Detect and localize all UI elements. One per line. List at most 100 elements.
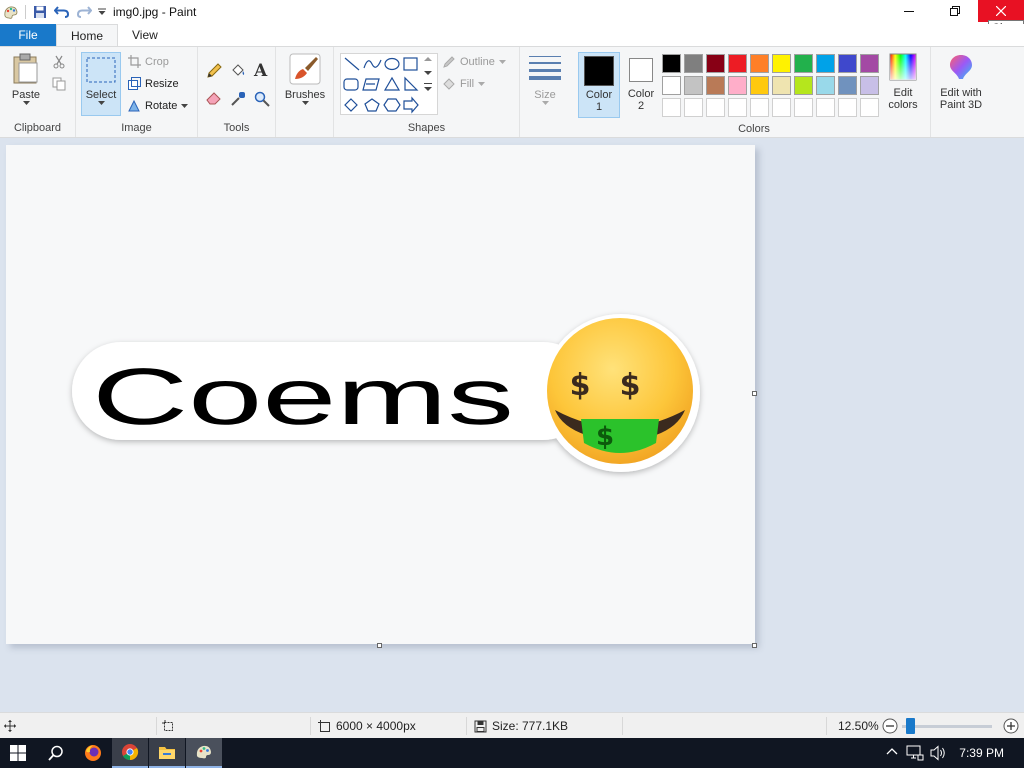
right-triangle-shape-icon[interactable] xyxy=(404,76,419,91)
paint-app-icon[interactable] xyxy=(0,0,22,24)
paste-button[interactable]: Paste xyxy=(6,53,46,113)
pencil-icon[interactable] xyxy=(206,63,222,82)
palette-swatch[interactable] xyxy=(816,98,835,117)
zoom-in-icon[interactable] xyxy=(1003,713,1019,739)
rotate-button[interactable]: Rotate xyxy=(128,99,189,112)
show-hidden-icons[interactable] xyxy=(886,746,898,761)
palette-swatch[interactable] xyxy=(706,54,725,73)
palette-swatch[interactable] xyxy=(728,54,747,73)
hexagon-shape-icon[interactable] xyxy=(383,98,401,112)
palette-swatch[interactable] xyxy=(684,76,703,95)
palette-swatch[interactable] xyxy=(662,98,681,117)
text-tool-icon[interactable]: A xyxy=(254,61,267,81)
zoom-slider[interactable] xyxy=(902,713,994,739)
tab-home[interactable]: Home xyxy=(56,24,119,46)
palette-swatch[interactable] xyxy=(662,76,681,95)
crop-button[interactable]: Crop xyxy=(128,55,169,68)
size-button[interactable]: Size xyxy=(524,53,566,119)
cut-icon[interactable] xyxy=(52,55,66,72)
chrome-taskbar-item[interactable] xyxy=(112,738,148,768)
fill-bucket-icon[interactable] xyxy=(230,63,246,82)
magnifier-icon[interactable] xyxy=(254,91,270,110)
palette-swatch[interactable] xyxy=(706,98,725,117)
save-icon[interactable] xyxy=(29,0,51,24)
search-button[interactable] xyxy=(38,738,74,768)
edit-colors-button[interactable]: Edit colors xyxy=(884,53,922,119)
triangle-shape-icon[interactable] xyxy=(383,76,401,91)
palette-swatch[interactable] xyxy=(794,54,813,73)
tab-file[interactable]: File xyxy=(0,24,56,46)
work-area[interactable]: $ $ $ Coems xyxy=(0,139,1024,712)
resize-handle-bottom[interactable] xyxy=(377,643,382,648)
palette-swatch[interactable] xyxy=(750,98,769,117)
palette-swatch[interactable] xyxy=(772,54,791,73)
zoom-slider-thumb[interactable] xyxy=(906,717,915,734)
palette-swatch[interactable] xyxy=(816,54,835,73)
scroll-up-icon[interactable] xyxy=(424,55,432,63)
color1-button[interactable]: Color 1 xyxy=(578,52,620,118)
color-picker-icon[interactable] xyxy=(230,91,246,110)
redo-icon[interactable] xyxy=(73,0,95,24)
palette-swatch[interactable] xyxy=(794,98,813,117)
edit-with-paint3d-button[interactable]: Edit with Paint 3D xyxy=(934,53,988,119)
palette-swatch[interactable] xyxy=(816,76,835,95)
file-explorer-taskbar-item[interactable] xyxy=(149,738,185,768)
close-icon[interactable] xyxy=(978,0,1024,22)
zoom-out-icon[interactable] xyxy=(882,713,898,739)
resize-handle-corner[interactable] xyxy=(752,643,757,648)
firefox-taskbar-item[interactable] xyxy=(75,738,111,768)
rounded-rectangle-shape-icon[interactable] xyxy=(343,78,359,91)
start-button[interactable] xyxy=(0,738,36,768)
minimize-icon[interactable] xyxy=(886,0,932,22)
palette-swatch[interactable] xyxy=(662,54,681,73)
tongue-dollar: $ xyxy=(596,422,614,452)
palette-swatch[interactable] xyxy=(772,76,791,95)
arrow-shape-icon[interactable] xyxy=(403,96,419,114)
palette-swatch[interactable] xyxy=(750,76,769,95)
palette-swatch[interactable] xyxy=(728,98,747,117)
restore-icon[interactable] xyxy=(932,0,978,22)
palette-swatch[interactable] xyxy=(860,54,879,73)
palette-swatch[interactable] xyxy=(794,76,813,95)
palette-swatch[interactable] xyxy=(684,54,703,73)
palette-swatch[interactable] xyxy=(750,54,769,73)
curve-shape-icon[interactable] xyxy=(363,59,382,69)
palette-swatch[interactable] xyxy=(684,98,703,117)
undo-icon[interactable] xyxy=(51,0,73,24)
palette-swatch[interactable] xyxy=(706,76,725,95)
color2-button[interactable]: Color 2 xyxy=(622,52,660,118)
network-icon[interactable] xyxy=(906,745,924,764)
drawing-canvas[interactable]: $ $ $ Coems xyxy=(6,145,755,644)
brushes-button[interactable]: Brushes xyxy=(282,53,328,119)
fill-button[interactable]: Fill xyxy=(442,77,486,91)
rectangle-shape-icon[interactable] xyxy=(403,57,418,71)
polygon-shape-icon[interactable] xyxy=(362,78,380,91)
diamond-shape-icon[interactable] xyxy=(344,98,358,112)
paint-taskbar-item[interactable] xyxy=(186,738,222,768)
customize-dropdown-icon[interactable] xyxy=(95,0,109,24)
paste-label: Paste xyxy=(11,89,41,101)
fill-label: Fill xyxy=(460,78,475,90)
palette-swatch[interactable] xyxy=(860,98,879,117)
palette-swatch[interactable] xyxy=(728,76,747,95)
tab-view[interactable]: View xyxy=(118,24,172,46)
volume-icon[interactable] xyxy=(930,745,948,764)
palette-swatch[interactable] xyxy=(838,54,857,73)
palette-swatch[interactable] xyxy=(772,98,791,117)
disk-icon xyxy=(474,720,487,732)
palette-swatch[interactable] xyxy=(838,76,857,95)
scroll-down-icon[interactable] xyxy=(424,69,432,77)
outline-button[interactable]: Outline xyxy=(442,55,506,69)
resize-handle-right[interactable] xyxy=(752,391,757,396)
taskbar-clock[interactable]: 7:39 PM xyxy=(959,738,1004,768)
oval-shape-icon[interactable] xyxy=(384,57,400,71)
palette-swatch[interactable] xyxy=(860,76,879,95)
line-shape-icon[interactable] xyxy=(344,57,360,71)
expand-gallery-icon[interactable] xyxy=(424,83,432,93)
eraser-icon[interactable] xyxy=(206,91,222,108)
pentagon-shape-icon[interactable] xyxy=(364,98,380,112)
copy-icon[interactable] xyxy=(52,77,66,94)
select-button[interactable]: Select xyxy=(81,52,121,116)
resize-button[interactable]: Resize xyxy=(128,77,179,90)
palette-swatch[interactable] xyxy=(838,98,857,117)
